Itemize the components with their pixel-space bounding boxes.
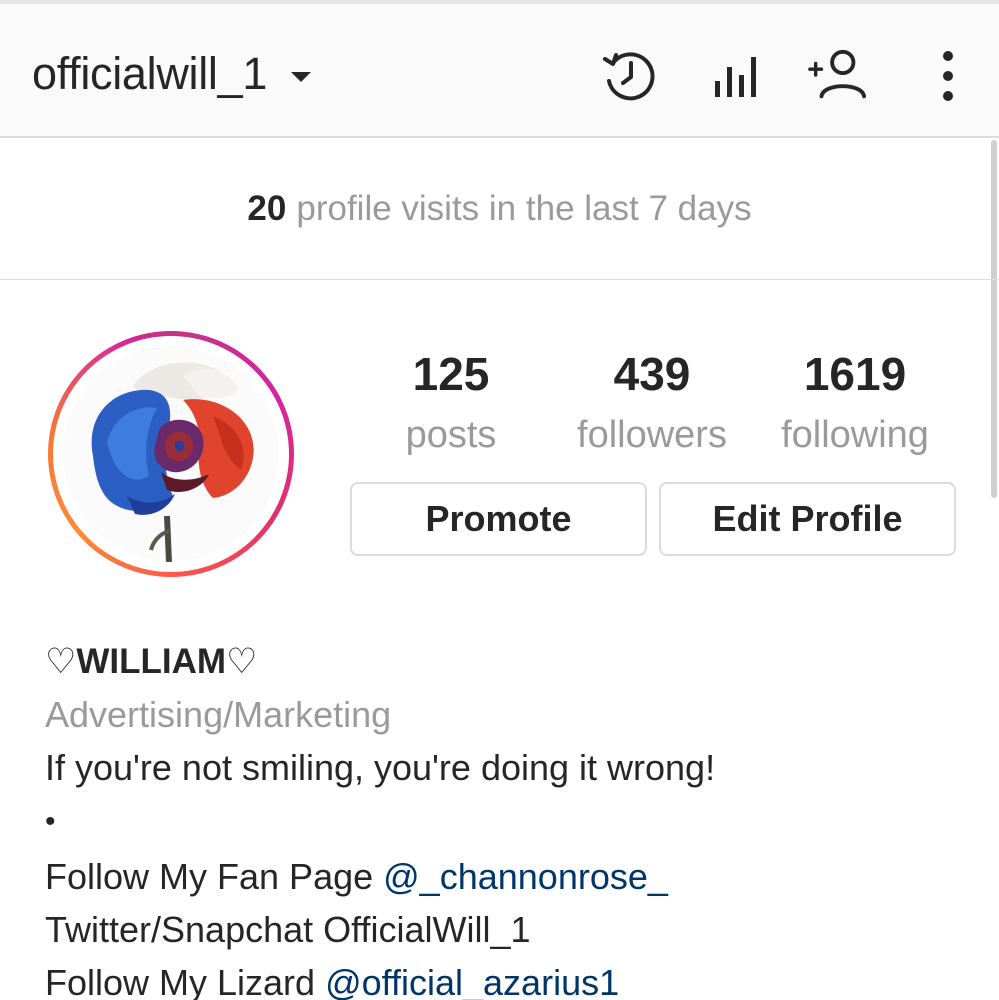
following-label: following	[781, 414, 929, 456]
followers-label: followers	[577, 414, 727, 456]
profile-visits-banner[interactable]: 20 profile visits in the last 7 days	[0, 138, 999, 280]
bio-tagline: If you're not smiling, you're doing it w…	[45, 747, 716, 788]
more-vertical-icon[interactable]	[918, 46, 978, 106]
posts-value: 125	[412, 348, 490, 400]
avatar-rose-image	[63, 346, 279, 562]
insights-bar-chart-icon[interactable]	[706, 46, 766, 106]
followers-count[interactable]: 439 followers	[552, 345, 752, 467]
profile-screen: officialwill_1 20 profile visits in the …	[0, 0, 999, 1000]
username-title: officialwill_1	[32, 48, 268, 99]
lizard-text: Follow My Lizard	[45, 962, 326, 1000]
bio-twitter-line: Twitter/Snapchat OfficialWill_1	[45, 909, 531, 950]
chevron-down-icon	[291, 72, 312, 82]
followers-value: 439	[613, 348, 691, 400]
fan-page-text: Follow My Fan Page	[45, 856, 384, 897]
fan-page-mention-link[interactable]: @_channonrose_	[383, 856, 668, 897]
following-count[interactable]: 1619 following	[755, 345, 955, 467]
profile-bio: ♡WILLIAM♡ Advertising/Marketing If you'r…	[45, 636, 975, 1000]
lizard-mention-link[interactable]: @official_azarius1	[325, 962, 619, 1000]
display-name: ♡WILLIAM♡	[45, 642, 258, 681]
bio-bullet: •	[45, 805, 56, 838]
posts-label: posts	[405, 414, 497, 456]
profile-visits-text: profile visits in the last 7 days	[296, 188, 752, 228]
avatar[interactable]	[48, 331, 294, 577]
avatar-ring-gap	[53, 336, 289, 572]
business-category: Advertising/Marketing	[45, 694, 392, 735]
archive-history-icon[interactable]	[600, 46, 660, 106]
promote-button[interactable]: Promote	[350, 482, 647, 556]
account-switcher[interactable]: officialwill_1	[32, 48, 312, 100]
posts-count[interactable]: 125 posts	[351, 345, 551, 467]
profile-visits-count: 20	[247, 188, 287, 228]
top-app-bar: officialwill_1	[0, 0, 999, 138]
add-person-icon[interactable]	[806, 46, 866, 106]
bio-fan-page-line: Follow My Fan Page @_channonrose_	[45, 850, 975, 903]
following-value: 1619	[803, 348, 907, 400]
edit-profile-button[interactable]: Edit Profile	[659, 482, 956, 556]
bio-lizard-line: Follow My Lizard @official_azarius1	[45, 956, 975, 1000]
